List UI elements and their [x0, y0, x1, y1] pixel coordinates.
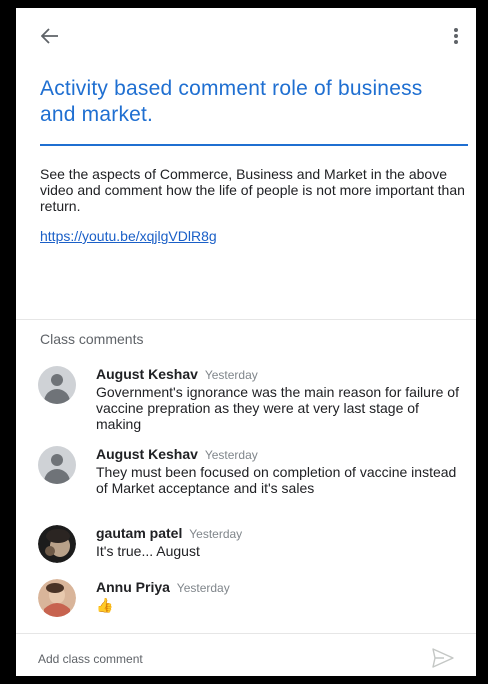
assignment-screen: Activity based comment role of business …: [16, 8, 476, 676]
comment-author: August Keshav: [96, 446, 198, 462]
title-divider: [40, 144, 468, 146]
assignment-description: See the aspects of Commerce, Business an…: [40, 166, 465, 214]
back-button[interactable]: [34, 20, 66, 52]
more-vert-icon: [454, 28, 458, 44]
comment-author: Annu Priya: [96, 579, 170, 595]
comment-time: Yesterday: [176, 581, 230, 595]
comment-body: Annu Priya Yesterday 👍: [96, 579, 466, 613]
profile-photo-icon: [38, 525, 76, 563]
comment-body: gautam patel Yesterday It's true... Augu…: [96, 525, 466, 559]
comment-text: They must been focused on completion of …: [96, 464, 457, 496]
assignment-title: Activity based comment role of business …: [40, 77, 423, 126]
comment-author: gautam patel: [96, 525, 183, 541]
person-icon: [51, 454, 63, 466]
comment-time: Yesterday: [189, 527, 243, 541]
add-comment-input[interactable]: Add class comment: [38, 652, 143, 666]
comment-author: August Keshav: [96, 366, 198, 382]
comment-body: August Keshav Yesterday Government's ign…: [96, 366, 466, 432]
avatar[interactable]: [38, 579, 76, 617]
composer-divider: [16, 633, 476, 634]
person-icon: [51, 374, 63, 386]
video-link[interactable]: https://youtu.be/xqjlgVDlR8g: [40, 228, 217, 244]
comment-text: Government's ignorance was the main reas…: [96, 384, 459, 432]
avatar[interactable]: [38, 525, 76, 563]
profile-photo-icon: [38, 579, 76, 617]
class-comments-header: Class comments: [40, 331, 144, 347]
arrow-back-icon: [41, 28, 58, 44]
avatar[interactable]: [38, 446, 76, 484]
top-app-bar: [16, 8, 476, 60]
comment-text: It's true... August: [96, 543, 200, 559]
section-divider: [16, 319, 476, 320]
avatar[interactable]: [38, 366, 76, 404]
send-button[interactable]: [432, 648, 454, 670]
comment-text: 👍: [96, 597, 114, 613]
more-options-button[interactable]: [444, 22, 468, 50]
comment-body: August Keshav Yesterday They must been f…: [96, 446, 466, 496]
comment-time: Yesterday: [204, 368, 258, 382]
comment-time: Yesterday: [204, 448, 258, 462]
send-icon: [432, 648, 454, 668]
